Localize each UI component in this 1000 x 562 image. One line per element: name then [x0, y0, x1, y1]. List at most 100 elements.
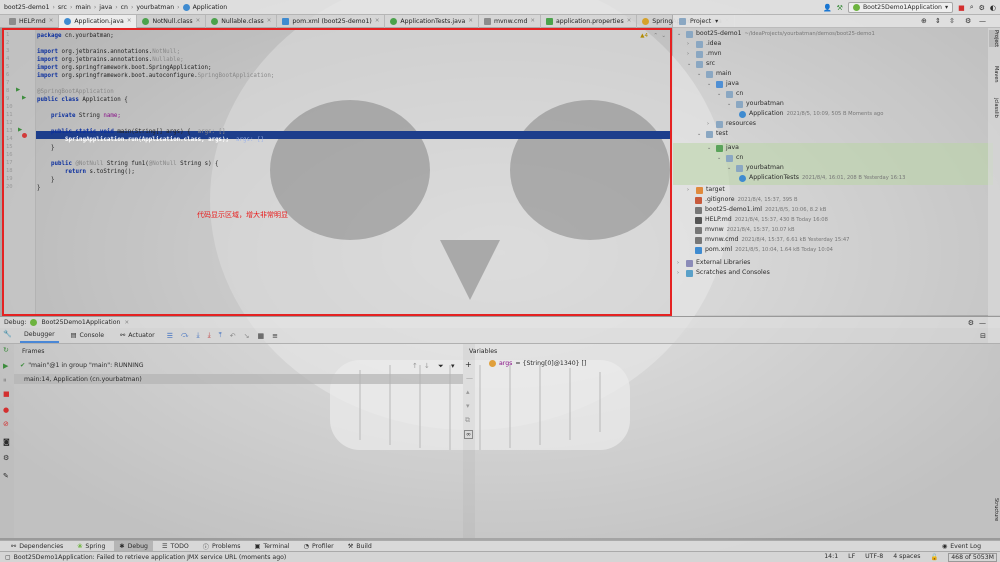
- tab-notnull-class[interactable]: NotNull.class ✕: [137, 14, 207, 28]
- chevron-up-icon[interactable]: ⌃: [653, 33, 658, 39]
- tree-item-project-root[interactable]: ⌄ boot25-demo1 ~/IdeaProjects/yourbatman/d…: [677, 29, 875, 39]
- arrow-up-icon[interactable]: ↑: [412, 362, 418, 370]
- user-icon[interactable]: 👤: [823, 4, 832, 12]
- remove-watch-icon[interactable]: —: [466, 374, 473, 382]
- tree-item-test-cn[interactable]: ⌄ cn: [717, 153, 743, 163]
- search-icon[interactable]: ⌕: [970, 3, 974, 12]
- status-message[interactable]: Boot25Demo1Application: Failed to retrie…: [14, 554, 287, 561]
- notifications-icon[interactable]: ◐: [990, 4, 996, 12]
- chevron-down-icon[interactable]: ⌄: [661, 33, 666, 39]
- tree-item-mvn[interactable]: › .mvn: [687, 49, 722, 59]
- tree-item-test-yourbatman[interactable]: ⌄ yourbatman: [727, 163, 784, 173]
- chevron-down-icon[interactable]: ▾: [451, 362, 455, 370]
- move-up-icon[interactable]: ▴: [466, 388, 470, 396]
- breadcrumb-cn[interactable]: cn: [121, 4, 128, 11]
- step-out-icon[interactable]: ⤒: [219, 331, 222, 340]
- variable-row[interactable]: args = {String[0]@1340} []: [489, 360, 586, 367]
- close-icon[interactable]: ✕: [267, 18, 272, 24]
- frame-row-selected[interactable]: main:14, Application (cn.yourbatman): [14, 374, 463, 384]
- tree-item-java[interactable]: ⌄ java: [707, 79, 739, 89]
- tab-pom-xml[interactable]: pom.xml (boot25-demo1) ✕: [277, 14, 386, 28]
- trace-icon[interactable]: ≡: [272, 332, 278, 340]
- tree-item-target[interactable]: › target: [687, 185, 725, 195]
- settings-gear-icon[interactable]: ⚙: [965, 17, 971, 25]
- show-execution-point-icon[interactable]: ☰: [167, 332, 173, 340]
- code-editor[interactable]: ▲4 ⌃ ⌄ 1 2 3 4 5 6 7 8 9 10 11 12 13 14 …: [2, 28, 672, 316]
- camera-icon[interactable]: ◙: [3, 438, 10, 446]
- move-down-icon[interactable]: ▾: [466, 402, 470, 410]
- view-breakpoints-icon[interactable]: ●: [3, 406, 9, 414]
- debug-session-tab[interactable]: Boot25Demo1Application: [41, 319, 120, 326]
- memory-indicator[interactable]: 468 of 5053M: [948, 553, 997, 562]
- tree-item-scratches[interactable]: › Scratches and Consoles: [677, 268, 770, 278]
- step-into-icon[interactable]: ⤓: [196, 331, 199, 340]
- tree-item-test[interactable]: ⌄ test: [697, 129, 728, 139]
- tree-item-mvnw[interactable]: mvnw 2021/8/4, 15:37, 10.07 kB: [695, 225, 795, 235]
- rerun-icon[interactable]: ↻: [3, 346, 9, 354]
- tab-help-md[interactable]: HELP.md ✕: [4, 14, 60, 28]
- tool-tab-build[interactable]: ⚒ Build: [343, 541, 377, 552]
- tab-console[interactable]: ▤ Console: [67, 329, 108, 343]
- close-icon[interactable]: ✕: [375, 18, 380, 24]
- pause-icon[interactable]: ⏸: [3, 376, 7, 385]
- settings-wrench-icon[interactable]: 🔧: [3, 330, 12, 338]
- tool-tab-debug[interactable]: ✱ Debug: [114, 540, 153, 552]
- evaluate-expression-icon[interactable]: ▦: [258, 332, 265, 340]
- tool-tab-project[interactable]: Project: [989, 30, 999, 48]
- show-watches-icon[interactable]: ∞: [464, 430, 473, 439]
- collapse-all-icon[interactable]: ⇳: [949, 17, 955, 25]
- tool-tab-jclasslib[interactable]: jclasslib: [989, 98, 999, 118]
- breadcrumb-yourbatman[interactable]: yourbatman: [136, 4, 174, 11]
- expand-all-icon[interactable]: ⇕: [935, 17, 941, 25]
- tab-actuator[interactable]: ⚯ Actuator: [116, 329, 159, 343]
- tool-tab-profiler[interactable]: ◔ Profiler: [299, 541, 339, 552]
- tool-tab-structure[interactable]: Structure: [989, 498, 999, 521]
- tree-item-resources[interactable]: › resources: [707, 119, 756, 129]
- caret-position[interactable]: 14:1: [824, 553, 838, 562]
- run-gutter-icon[interactable]: ▶: [16, 87, 20, 93]
- indent-setting[interactable]: 4 spaces: [893, 553, 920, 562]
- line-separator[interactable]: LF: [848, 553, 855, 562]
- breadcrumb-java[interactable]: java: [99, 4, 112, 11]
- tree-item-yourbatman[interactable]: ⌄ yourbatman: [727, 99, 784, 109]
- project-panel-title[interactable]: Project: [690, 18, 711, 25]
- layout-settings-icon[interactable]: ⊟: [980, 332, 986, 340]
- tree-item-pom-xml[interactable]: pom.xml 2021/8/5, 10:04, 1.64 kB Today 10…: [695, 245, 833, 255]
- chevron-down-icon[interactable]: ▾: [715, 18, 718, 25]
- tree-item-iml[interactable]: boot25-demo1.iml 2021/8/5, 10:06, 8.2 kB: [695, 205, 826, 215]
- tool-tab-spring[interactable]: ❀ Spring: [72, 541, 110, 552]
- run-gutter-icon[interactable]: ▶: [22, 95, 26, 101]
- stop-icon[interactable]: ■: [3, 390, 10, 398]
- breadcrumb-application[interactable]: Application: [193, 4, 228, 11]
- tree-item-cn[interactable]: ⌄ cn: [717, 89, 743, 99]
- breadcrumb-project[interactable]: boot25-demo1: [4, 4, 50, 11]
- tree-item-help-md[interactable]: HELP.md 2021/8/4, 15:37, 430 B Today 16:0…: [695, 215, 828, 225]
- tab-mvnw-cmd[interactable]: mvnw.cmd ✕: [479, 14, 541, 28]
- tree-item-main[interactable]: ⌄ main: [697, 69, 731, 79]
- close-icon[interactable]: ✕: [468, 18, 473, 24]
- tab-nullable-class[interactable]: Nullable.class ✕: [206, 14, 278, 28]
- hide-icon[interactable]: —: [979, 17, 986, 25]
- step-over-icon[interactable]: ⤼: [181, 331, 188, 340]
- locate-icon[interactable]: ⊕: [921, 17, 927, 25]
- close-icon[interactable]: ✕: [127, 18, 132, 24]
- run-gutter-icon[interactable]: ▶: [18, 127, 22, 133]
- tab-application-java[interactable]: Application.java ✕: [59, 14, 138, 28]
- tree-item-src[interactable]: ⌄ src: [687, 59, 715, 69]
- tree-item-application[interactable]: Application 2021/8/5, 10:09, 505 B Moment…: [739, 109, 883, 119]
- tree-item-mvnw-cmd[interactable]: mvnw.cmd 2021/8/4, 15:37, 6.61 kB Yesterd…: [695, 235, 849, 245]
- breadcrumb-src[interactable]: src: [58, 4, 67, 11]
- run-to-cursor-icon[interactable]: ↘: [244, 332, 250, 340]
- run-configuration-selector[interactable]: Boot25Demo1Application ▾: [847, 2, 954, 13]
- tree-item-test-java[interactable]: ⌄ java: [707, 143, 739, 153]
- inspection-warnings[interactable]: ▲4: [640, 33, 648, 39]
- tab-application-properties[interactable]: application.properties ✕: [541, 14, 638, 28]
- drop-frame-icon[interactable]: ↶: [230, 332, 236, 340]
- force-step-into-icon[interactable]: ⤓: [208, 331, 211, 340]
- stop-icon[interactable]: ■: [958, 4, 965, 12]
- copy-icon[interactable]: ⧉: [465, 416, 470, 425]
- breakpoint-icon[interactable]: [22, 133, 27, 138]
- pin-icon[interactable]: ✎: [3, 472, 9, 480]
- settings-gear-icon[interactable]: ⚙: [979, 4, 985, 12]
- resume-icon[interactable]: ▶: [3, 362, 8, 370]
